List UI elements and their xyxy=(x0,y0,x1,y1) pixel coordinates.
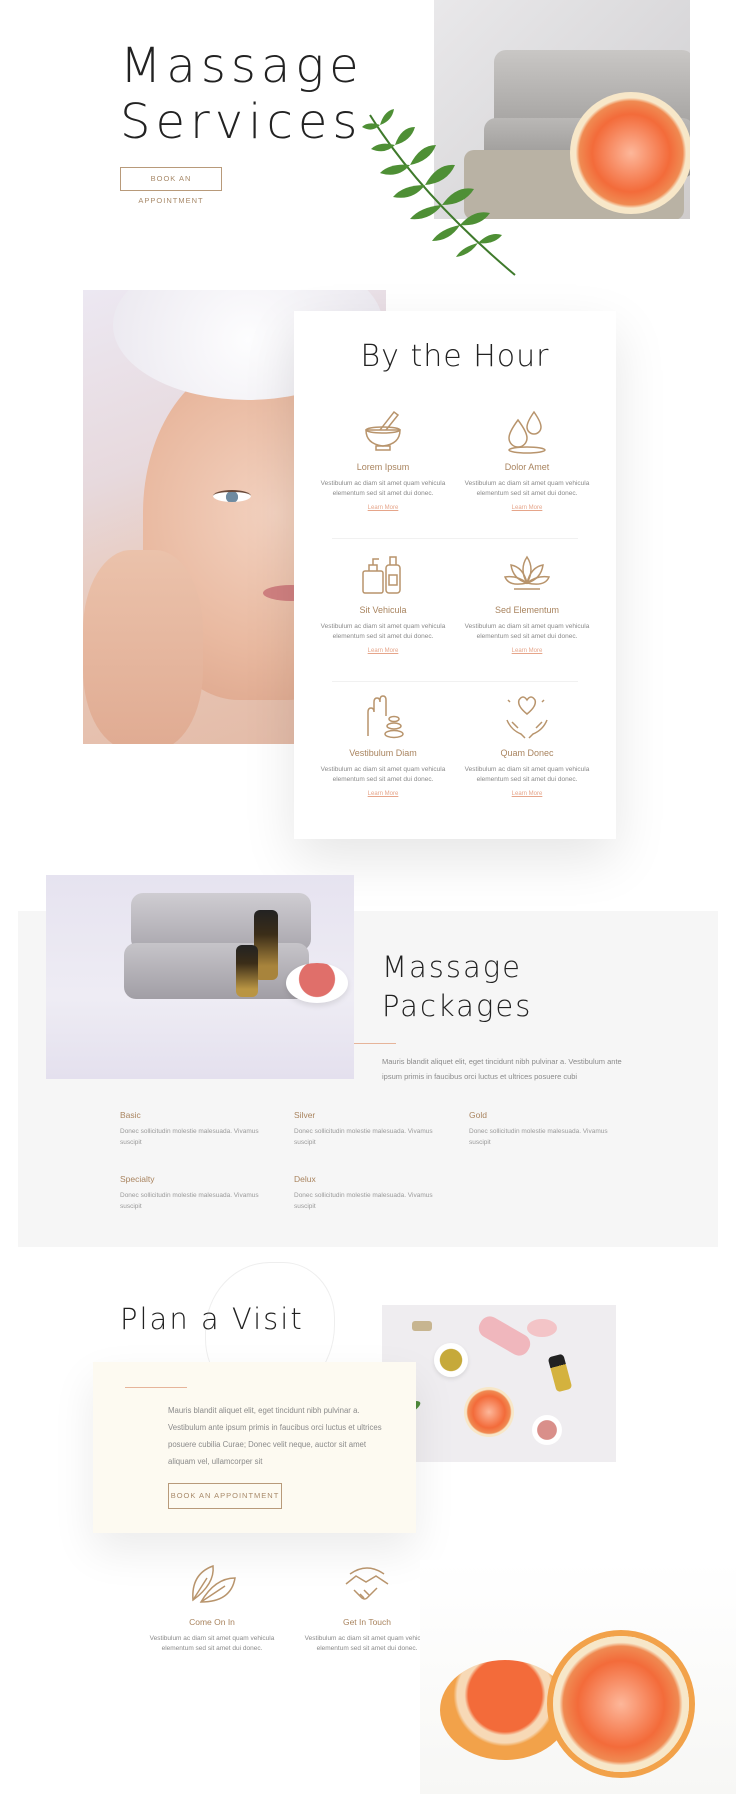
package-desc: Donec sollicitudin molestie malesuada. V… xyxy=(120,1128,259,1146)
service-desc: Vestibulum ac diam sit amet quam vehicul… xyxy=(320,480,446,497)
eye-shape xyxy=(213,490,251,502)
service-item: Sed Elementum Vestibulum ac diam sit ame… xyxy=(462,549,592,654)
oil-dish-shape xyxy=(434,1343,468,1377)
packages-description: Mauris blandit aliquet elit, eget tincid… xyxy=(382,1057,622,1081)
package-desc: Donec sollicitudin molestie malesuada. V… xyxy=(294,1128,433,1146)
service-desc: Vestibulum ac diam sit amet quam vehicul… xyxy=(464,766,590,783)
service-name: Quam Donec xyxy=(500,748,554,758)
info-desc: Vestibulum ac diam sit amet quam vehicul… xyxy=(149,1635,275,1652)
gua-sha-shape xyxy=(527,1319,557,1337)
package-desc: Donec sollicitudin molestie malesuada. V… xyxy=(120,1192,259,1210)
learn-more-link[interactable]: Learn More xyxy=(318,791,448,797)
service-name: Dolor Amet xyxy=(504,462,550,472)
learn-more-link[interactable]: Learn More xyxy=(462,505,592,511)
packages-title: Massage Packages xyxy=(382,948,622,1026)
salt-dish-shape xyxy=(532,1415,562,1445)
mortar-pestle-icon xyxy=(365,410,401,451)
by-the-hour-title: By the Hour xyxy=(360,339,550,374)
book-appointment-button[interactable]: BOOK AN APPOINTMENT xyxy=(120,167,222,205)
grapefruit-half-shape xyxy=(553,1636,689,1772)
info-item: Get In Touch Vestibulum ac diam sit amet… xyxy=(302,1560,432,1654)
oil-bottle-shape xyxy=(236,945,258,997)
package-item: Gold Donec sollicitudin molestie malesua… xyxy=(469,1110,609,1148)
package-name: Gold xyxy=(469,1110,487,1120)
dropper-shape xyxy=(412,1321,432,1331)
service-desc: Vestibulum ac diam sit amet quam vehicul… xyxy=(320,766,446,783)
lotion-bottles-icon xyxy=(362,556,401,594)
spa-products-image xyxy=(382,1305,616,1462)
package-item: Basic Donec sollicitudin molestie malesu… xyxy=(120,1110,260,1148)
service-item: Quam Donec Vestibulum ac diam sit amet q… xyxy=(462,692,592,797)
service-item: Vestibulum Diam Vestibulum ac diam sit a… xyxy=(318,692,448,797)
grapefruit-slice-shape xyxy=(464,1387,514,1437)
packages-title-line2: Packages xyxy=(382,989,533,1023)
learn-more-link[interactable]: Learn More xyxy=(318,505,448,511)
service-name: Vestibulum Diam xyxy=(349,748,417,758)
accent-divider xyxy=(125,1387,187,1388)
info-name: Get In Touch xyxy=(342,1617,392,1627)
grapefruit-shape xyxy=(570,92,690,214)
service-desc: Vestibulum ac diam sit amet quam vehicul… xyxy=(464,623,590,640)
leaf-icon xyxy=(192,1564,236,1603)
fern-leaf-icon xyxy=(362,109,516,276)
salt-bowl-shape xyxy=(286,963,348,1003)
hand-stones-icon xyxy=(367,695,404,739)
service-name: Sit Vehicula xyxy=(359,605,407,615)
info-name: Come On In xyxy=(189,1617,235,1627)
accent-divider xyxy=(354,1043,396,1044)
packages-title-line1: Massage xyxy=(382,950,523,984)
learn-more-link[interactable]: Learn More xyxy=(318,648,448,654)
package-name: Basic xyxy=(120,1110,141,1120)
learn-more-link[interactable]: Learn More xyxy=(462,791,592,797)
jade-roller-shape xyxy=(475,1312,534,1360)
hero-title: Massage Services xyxy=(120,38,380,150)
info-item: Come On In Vestibulum ac diam sit amet q… xyxy=(147,1560,277,1654)
lotus-icon xyxy=(503,555,551,590)
hero-title-line1: Massage xyxy=(120,38,364,94)
plan-visit-card: Mauris blandit aliquet elit, eget tincid… xyxy=(93,1362,416,1533)
service-item: Sit Vehicula Vestibulum ac diam sit amet… xyxy=(318,549,448,654)
row-divider xyxy=(332,538,578,539)
package-desc: Donec sollicitudin molestie malesuada. V… xyxy=(469,1128,608,1146)
service-item: Lorem Ipsum Vestibulum ac diam sit amet … xyxy=(318,406,448,511)
plan-visit-text: Mauris blandit aliquet elit, eget tincid… xyxy=(168,1406,382,1466)
grapefruit-image xyxy=(420,1560,736,1794)
package-desc: Donec sollicitudin molestie malesuada. V… xyxy=(294,1192,433,1210)
book-appointment-button[interactable]: BOOK AN APPOINTMENT xyxy=(168,1483,282,1509)
learn-more-link[interactable]: Learn More xyxy=(462,648,592,654)
package-item: Silver Donec sollicitudin molestie males… xyxy=(294,1110,434,1148)
service-desc: Vestibulum ac diam sit amet quam vehicul… xyxy=(464,480,590,497)
oil-bottle-shape xyxy=(547,1353,573,1393)
service-desc: Vestibulum ac diam sit amet quam vehicul… xyxy=(320,623,446,640)
service-name: Sed Elementum xyxy=(494,605,560,615)
towel-shape xyxy=(124,943,309,999)
package-name: Delux xyxy=(294,1174,316,1184)
handshake-icon xyxy=(345,1567,389,1600)
hero-title-line2: Services xyxy=(120,94,363,150)
grapefruit-half-shape xyxy=(440,1660,570,1760)
package-name: Silver xyxy=(294,1110,316,1120)
towels-oils-image xyxy=(46,875,354,1079)
hand-shape xyxy=(83,550,203,744)
plan-visit-title: Plan a Visit xyxy=(120,1302,304,1336)
by-the-hour-card: By the Hour Lorem Ipsum Vestibulum ac di… xyxy=(294,311,616,839)
row-divider xyxy=(332,681,578,682)
package-name: Specialty xyxy=(120,1174,155,1184)
info-desc: Vestibulum ac diam sit amet quam vehicul… xyxy=(304,1635,430,1652)
heart-hands-icon xyxy=(506,696,548,739)
package-item: Delux Donec sollicitudin molestie malesu… xyxy=(294,1174,434,1212)
package-item: Specialty Donec sollicitudin molestie ma… xyxy=(120,1174,260,1212)
service-item: Dolor Amet Vestibulum ac diam sit amet q… xyxy=(462,406,592,511)
oil-drops-icon xyxy=(508,410,546,454)
service-name: Lorem Ipsum xyxy=(356,462,410,472)
